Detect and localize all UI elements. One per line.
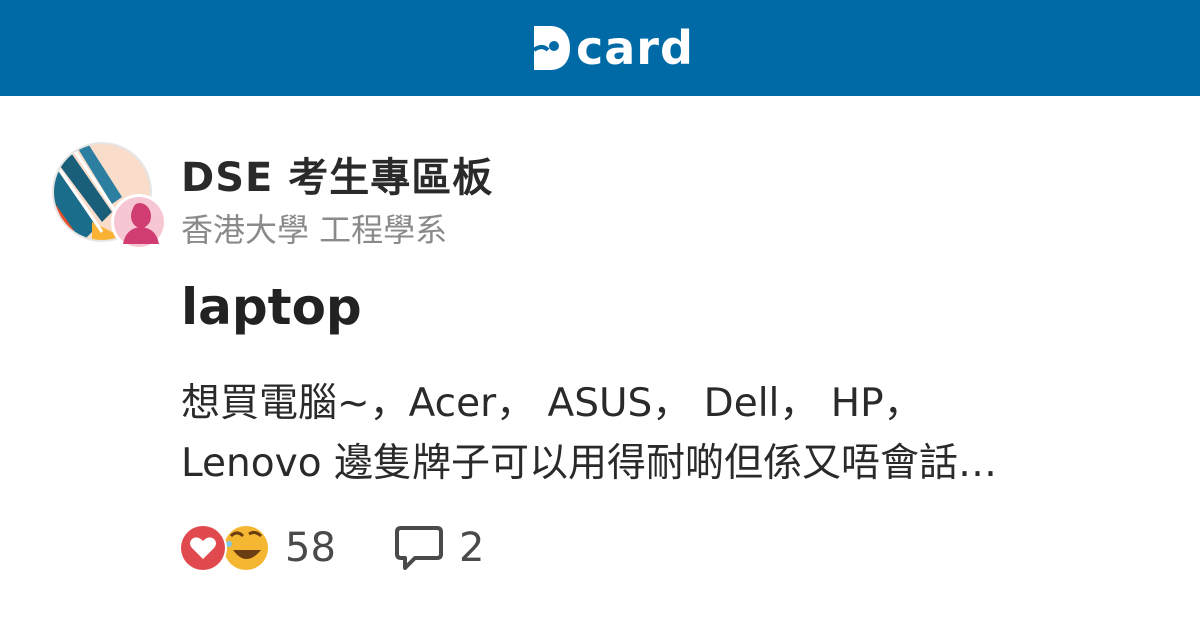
laughing-emoji-icon bbox=[224, 526, 268, 570]
post-excerpt[interactable]: 想買電腦~，Acer， ASUS， Dell， HP， Lenovo 邊隻牌子可… bbox=[181, 374, 1141, 494]
forum-name[interactable]: DSE 考生專區板 bbox=[181, 145, 493, 203]
author-school: 香港大學 工程學系 bbox=[181, 211, 448, 249]
forum-avatar[interactable] bbox=[52, 142, 172, 252]
logo-text: card bbox=[576, 21, 694, 75]
excerpt-line: Lenovo 邊隻牌子可以用得耐啲但係又唔會話… bbox=[181, 441, 997, 486]
top-bar: card bbox=[0, 0, 1200, 96]
heart-icon bbox=[179, 524, 227, 572]
post-title[interactable]: laptop bbox=[181, 278, 362, 336]
comment-count: 2 bbox=[459, 525, 485, 571]
comment-bubble-icon[interactable] bbox=[393, 522, 445, 574]
post-stats: 58 2 bbox=[179, 520, 579, 576]
reactions-icons[interactable] bbox=[179, 522, 271, 574]
dcard-logo-icon bbox=[532, 26, 570, 70]
dcard-logo[interactable]: card bbox=[530, 20, 694, 76]
like-count: 58 bbox=[285, 525, 336, 571]
excerpt-line: 想買電腦~，Acer， ASUS， Dell， HP， bbox=[181, 381, 923, 426]
forum-avatar-icon bbox=[52, 142, 167, 250]
